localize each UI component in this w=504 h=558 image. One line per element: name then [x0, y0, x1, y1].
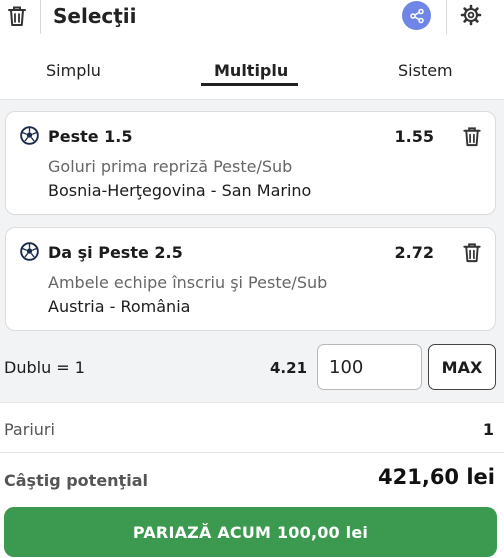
- share-icon: [409, 8, 424, 23]
- gear-icon[interactable]: [460, 4, 482, 26]
- selection-market: Goluri prima repriză Peste/Sub: [48, 157, 293, 176]
- combo-odd: 4.21: [270, 359, 308, 377]
- selection-event: Bosnia-Herţegovina - San Marino: [48, 181, 312, 200]
- tab-simplu[interactable]: Simplu: [46, 61, 101, 80]
- selection-odd: 1.55: [394, 127, 434, 146]
- active-tab-indicator: [201, 83, 298, 86]
- bets-count: 1: [482, 420, 494, 439]
- trash-icon[interactable]: [461, 125, 483, 148]
- selection-odd: 2.72: [394, 243, 434, 262]
- potential-win-value: 421,60 lei: [378, 465, 495, 489]
- share-button[interactable]: [402, 1, 431, 30]
- tab-multiplu[interactable]: Multiplu: [214, 61, 288, 80]
- bet-summary: Pariuri 1 Câştig potenţial 421,60 lei PA…: [0, 402, 504, 558]
- summary-divider: [0, 452, 504, 453]
- header-divider: [40, 0, 41, 34]
- football-icon: [20, 242, 39, 261]
- bet-type-tabs: Simplu Multiplu Sistem: [0, 34, 504, 100]
- selection-card: Da şi Peste 2.5 2.72 Ambele echipe înscr…: [5, 227, 496, 331]
- trash-icon[interactable]: [461, 241, 483, 264]
- header-bar: Selecţii: [0, 0, 504, 34]
- football-icon: [20, 126, 39, 145]
- page-title: Selecţii: [53, 4, 137, 28]
- place-bet-button[interactable]: PARIAZĂ ACUM 100,00 lei: [4, 507, 497, 557]
- selection-market: Ambele echipe înscriu şi Peste/Sub: [48, 273, 328, 292]
- selection-name: Da şi Peste 2.5: [48, 243, 183, 262]
- selection-event: Austria - România: [48, 297, 191, 316]
- tab-sistem[interactable]: Sistem: [398, 61, 453, 80]
- potential-win-label: Câştig potenţial: [4, 471, 148, 490]
- trash-icon[interactable]: [6, 4, 28, 28]
- combo-label: Dublu = 1: [4, 358, 85, 377]
- max-button[interactable]: MAX: [428, 344, 496, 390]
- selection-name: Peste 1.5: [48, 127, 133, 146]
- header-divider: [446, 0, 447, 34]
- bets-label: Pariuri: [4, 420, 55, 439]
- selection-card: Peste 1.5 1.55 Goluri prima repriză Pest…: [5, 111, 496, 215]
- stake-input[interactable]: [317, 344, 422, 390]
